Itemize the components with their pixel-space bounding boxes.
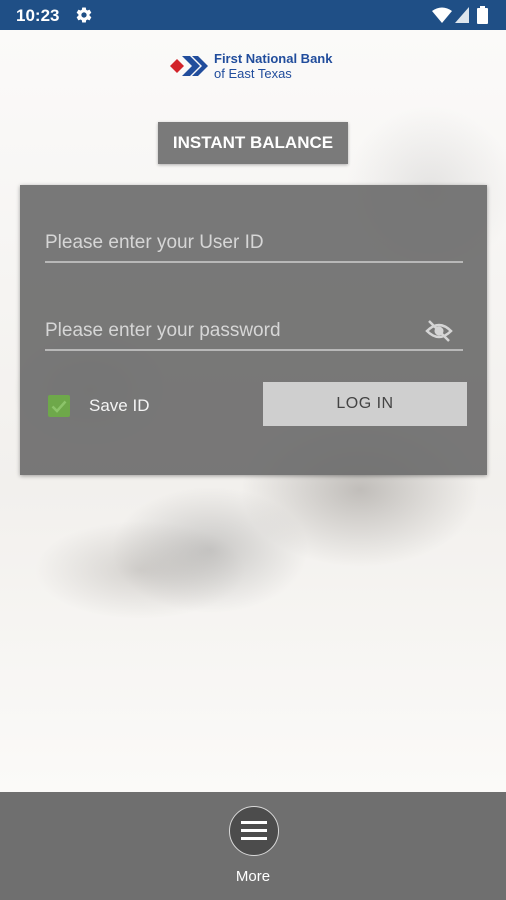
status-time: 10:23 [16,6,60,25]
user-id-field-wrapper [45,227,463,263]
logo-name: First National Bank [214,51,333,66]
password-input[interactable] [45,315,415,347]
bank-logo-icon [170,56,208,76]
signal-icon [455,7,469,23]
password-field-wrapper [45,315,463,351]
visibility-off-icon[interactable] [425,319,453,343]
save-id-checkbox[interactable] [48,395,70,417]
bank-logo: First National Bank of East Texas [170,50,340,84]
login-panel: Save ID LOG IN [20,185,487,475]
menu-icon [241,821,267,840]
login-button[interactable]: LOG IN [263,382,467,426]
status-bar: 10:23 [0,0,506,30]
battery-icon [477,6,488,24]
more-label: More [235,868,271,885]
bottom-bar: More [0,792,506,900]
instant-balance-button[interactable]: INSTANT BALANCE [158,122,348,164]
save-id-label: Save ID [89,396,150,415]
gear-icon [76,7,92,23]
user-id-input[interactable] [45,227,463,259]
more-button[interactable] [229,806,279,856]
checkmark-icon [51,400,67,413]
wifi-icon [432,7,452,23]
logo-subname: of East Texas [214,66,292,81]
